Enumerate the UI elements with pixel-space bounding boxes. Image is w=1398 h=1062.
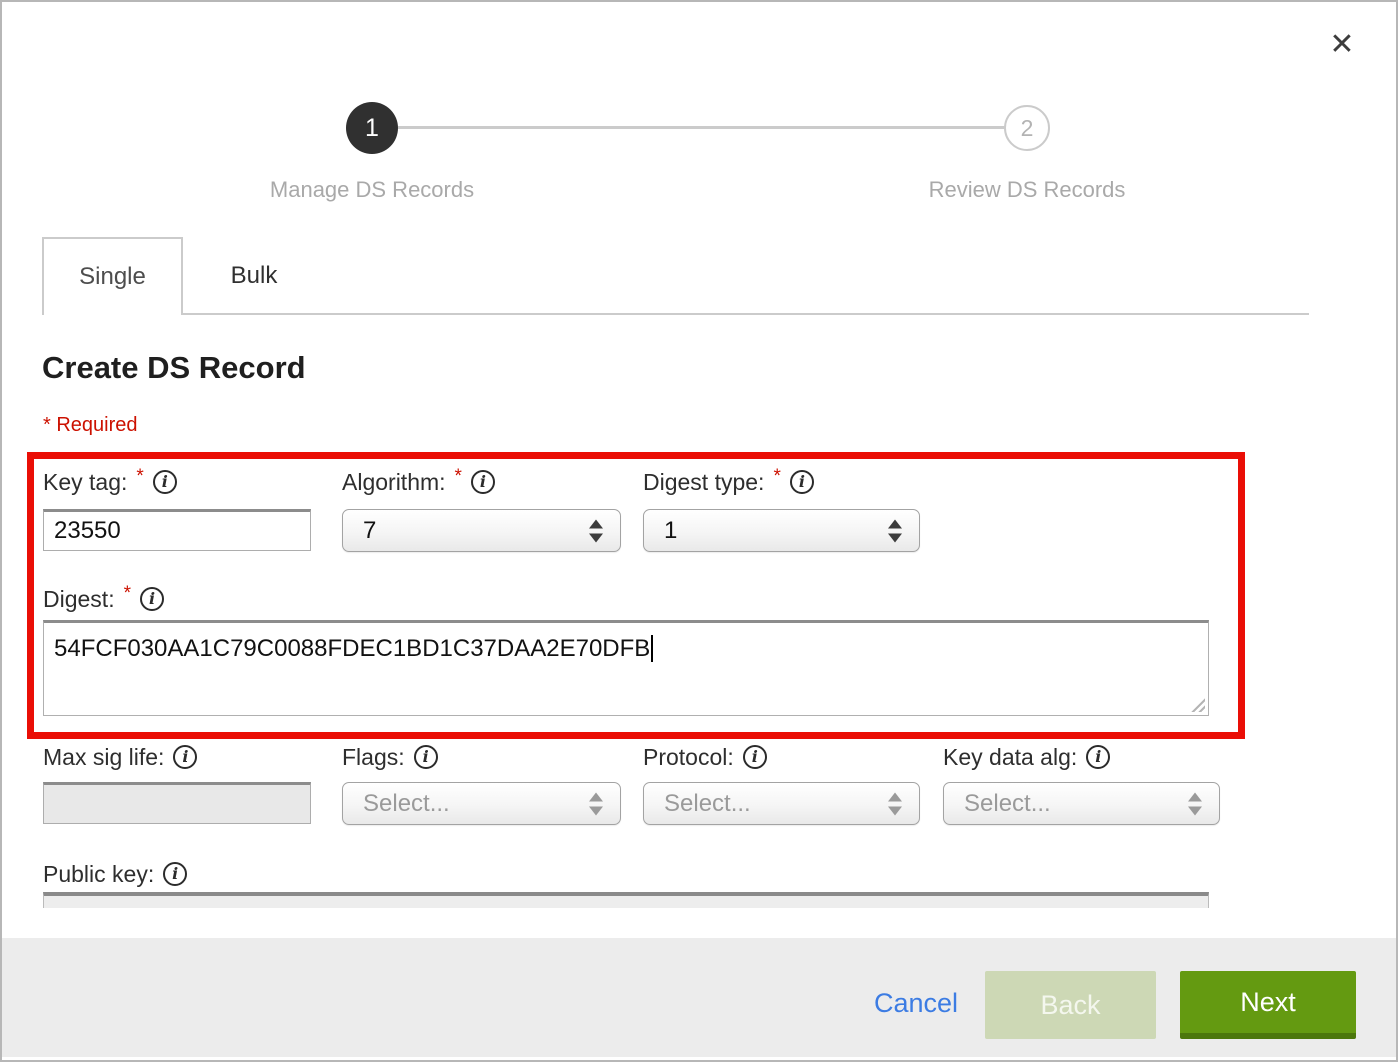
- flags-select[interactable]: Select...: [342, 782, 621, 825]
- key-tag-label-text: Key tag:: [43, 469, 127, 496]
- info-icon[interactable]: [153, 470, 177, 494]
- select-arrows-icon: [589, 792, 603, 815]
- algorithm-selected-value: 7: [363, 517, 376, 545]
- digest-value: 54FCF030AA1C79C0088FDEC1BD1C37DAA2E70DFB: [54, 635, 650, 662]
- stepper-step-1-label: Manage DS Records: [222, 177, 522, 203]
- algorithm-select[interactable]: 7: [342, 509, 621, 552]
- info-icon[interactable]: [790, 470, 814, 494]
- protocol-label-text: Protocol:: [643, 744, 734, 771]
- info-icon[interactable]: [140, 587, 164, 611]
- tab-single[interactable]: Single: [42, 237, 183, 315]
- info-icon[interactable]: [1086, 745, 1110, 769]
- required-asterisk: *: [773, 466, 780, 488]
- key-data-alg-select[interactable]: Select...: [943, 782, 1220, 825]
- select-arrows-icon: [888, 519, 902, 542]
- select-arrows-icon: [1188, 792, 1202, 815]
- stepper-step-2-label: Review DS Records: [877, 177, 1177, 203]
- cancel-button[interactable]: Cancel: [874, 988, 958, 1019]
- key-data-alg-selected-value: Select...: [964, 790, 1051, 818]
- max-sig-life-label: Max sig life:: [43, 742, 197, 772]
- select-arrows-icon: [589, 519, 603, 542]
- flags-selected-value: Select...: [363, 790, 450, 818]
- flags-label-text: Flags:: [342, 744, 405, 771]
- digest-label-text: Digest:: [43, 586, 115, 613]
- public-key-label: Public key:: [43, 859, 187, 889]
- key-tag-label: Key tag: *: [43, 467, 177, 497]
- page-title: Create DS Record: [42, 350, 306, 386]
- protocol-select[interactable]: Select...: [643, 782, 920, 825]
- tab-bulk[interactable]: Bulk: [183, 239, 325, 313]
- required-asterisk: *: [136, 466, 143, 488]
- digest-type-label-text: Digest type:: [643, 469, 764, 496]
- create-ds-record-modal: ✕ 1 2 Manage DS Records Review DS Record…: [0, 0, 1398, 1062]
- key-data-alg-label: Key data alg:: [943, 742, 1110, 772]
- digest-type-selected-value: 1: [664, 517, 677, 545]
- digest-textarea[interactable]: 54FCF030AA1C79C0088FDEC1BD1C37DAA2E70DFB: [43, 620, 1209, 716]
- required-note: * Required: [43, 414, 138, 437]
- stepper-step-2-circle: 2: [1004, 105, 1050, 151]
- digest-type-label: Digest type: *: [643, 467, 814, 497]
- next-button[interactable]: Next: [1180, 971, 1356, 1039]
- flags-label: Flags:: [342, 742, 438, 772]
- info-icon[interactable]: [743, 745, 767, 769]
- protocol-selected-value: Select...: [664, 790, 751, 818]
- close-icon[interactable]: ✕: [1322, 24, 1362, 64]
- key-data-alg-label-text: Key data alg:: [943, 744, 1077, 771]
- algorithm-label: Algorithm: *: [342, 467, 495, 497]
- info-icon[interactable]: [163, 862, 187, 886]
- required-asterisk: *: [124, 583, 131, 605]
- key-tag-input[interactable]: [43, 509, 311, 551]
- required-asterisk: *: [455, 466, 462, 488]
- public-key-label-text: Public key:: [43, 861, 154, 888]
- max-sig-life-label-text: Max sig life:: [43, 744, 164, 771]
- algorithm-label-text: Algorithm:: [342, 469, 446, 496]
- digest-type-select[interactable]: 1: [643, 509, 920, 552]
- info-icon[interactable]: [414, 745, 438, 769]
- tab-bar-underline: [42, 313, 1309, 315]
- public-key-textarea[interactable]: [43, 892, 1209, 908]
- resize-handle-icon[interactable]: [1189, 696, 1205, 712]
- info-icon[interactable]: [471, 470, 495, 494]
- protocol-label: Protocol:: [643, 742, 767, 772]
- text-cursor: [651, 635, 653, 662]
- stepper-step-1-circle: 1: [346, 102, 398, 154]
- digest-label: Digest: *: [43, 584, 164, 614]
- max-sig-life-input[interactable]: [43, 782, 311, 824]
- stepper-connector-line: [398, 126, 1006, 129]
- select-arrows-icon: [888, 792, 902, 815]
- info-icon[interactable]: [173, 745, 197, 769]
- back-button: Back: [985, 971, 1156, 1039]
